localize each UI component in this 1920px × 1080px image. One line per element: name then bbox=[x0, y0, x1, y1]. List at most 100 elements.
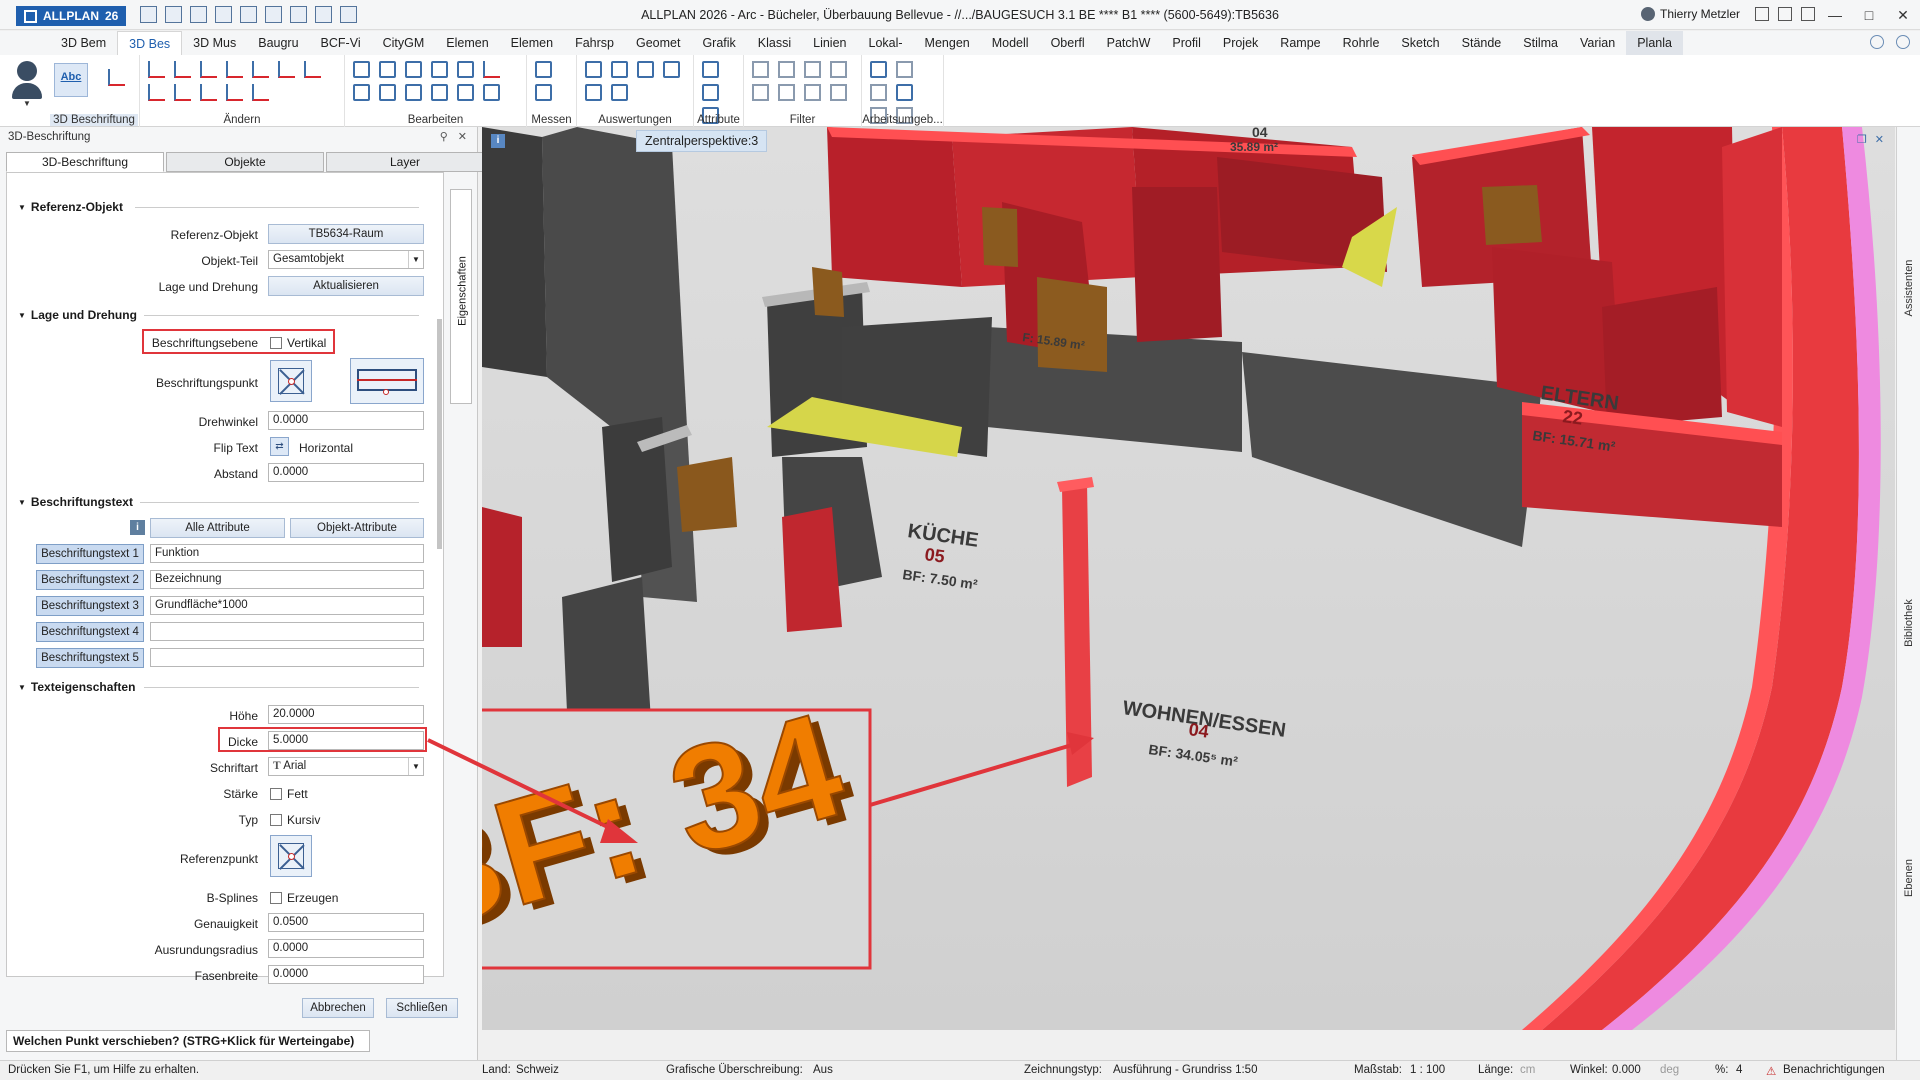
info-icon[interactable]: i bbox=[130, 520, 145, 535]
workspace-icon[interactable] bbox=[896, 61, 913, 78]
attribute-icon[interactable] bbox=[702, 84, 719, 101]
fett-checkbox[interactable] bbox=[270, 788, 282, 800]
edit-tool-icon[interactable] bbox=[379, 61, 396, 78]
ribbon-tab[interactable]: Mengen bbox=[914, 31, 981, 55]
measure-icon[interactable] bbox=[535, 61, 552, 78]
ribbon-tab[interactable]: Lokal- bbox=[858, 31, 914, 55]
user-area[interactable]: Thierry Metzler bbox=[1640, 7, 1740, 21]
edit-tool-icon[interactable] bbox=[457, 61, 474, 78]
status-override[interactable]: Aus bbox=[813, 1064, 833, 1076]
delete-icon[interactable] bbox=[483, 61, 500, 78]
pin-panel-icon[interactable]: ⚲ bbox=[440, 130, 448, 143]
report-icon[interactable] bbox=[611, 84, 628, 101]
cancel-button[interactable]: Abbrechen bbox=[302, 998, 374, 1018]
section-referenz-objekt[interactable]: Referenz-Objekt bbox=[18, 200, 123, 214]
text-alignment-preview-icon[interactable] bbox=[350, 358, 424, 404]
ribbon-tab[interactable]: Planla bbox=[1626, 31, 1683, 55]
filter-icon[interactable] bbox=[778, 84, 795, 101]
measure-icon[interactable] bbox=[535, 84, 552, 101]
edit-tool-icon[interactable] bbox=[379, 84, 396, 101]
report-icon[interactable] bbox=[585, 84, 602, 101]
edit-tool-icon[interactable] bbox=[431, 84, 448, 101]
modify-icon[interactable] bbox=[252, 61, 269, 78]
filter-icon[interactable] bbox=[804, 61, 821, 78]
close-button[interactable]: ✕ bbox=[1886, 0, 1920, 30]
ribbon-tab[interactable]: Elemen bbox=[500, 31, 564, 55]
dicke-input[interactable]: 5.0000 bbox=[268, 731, 424, 750]
ribbon-tab[interactable]: Sketch bbox=[1390, 31, 1450, 55]
report-icon[interactable] bbox=[637, 61, 654, 78]
attribute-icon[interactable] bbox=[702, 61, 719, 78]
filter-icon[interactable] bbox=[804, 84, 821, 101]
close-view-icon[interactable]: ✕ bbox=[1875, 133, 1884, 146]
edit-tool-icon[interactable] bbox=[483, 84, 500, 101]
edit-tool-icon[interactable] bbox=[431, 61, 448, 78]
user-avatar-icon[interactable]: ▼ bbox=[10, 61, 44, 113]
beschriftungstext-button[interactable]: Beschriftungstext 5 bbox=[36, 648, 144, 668]
beschriftungstext-button[interactable]: Beschriftungstext 4 bbox=[36, 622, 144, 642]
erzeugen-checkbox[interactable] bbox=[270, 892, 282, 904]
modify-icon[interactable] bbox=[148, 84, 165, 101]
report-icon[interactable] bbox=[585, 61, 602, 78]
workspace-icon[interactable] bbox=[870, 61, 887, 78]
beschriftungspunkt-icon[interactable] bbox=[270, 360, 312, 402]
tab-ebenen[interactable]: Ebenen bbox=[1897, 827, 1920, 931]
beschriftungstext-button[interactable]: Beschriftungstext 2 bbox=[36, 570, 144, 590]
beschriftungstext-input[interactable] bbox=[150, 648, 424, 667]
tab-3d-beschriftung[interactable]: 3D-Beschriftung bbox=[6, 152, 164, 172]
view-title[interactable]: Zentralperspektive:3 bbox=[636, 130, 768, 152]
settings-icon[interactable] bbox=[1755, 7, 1769, 21]
modify-icon[interactable] bbox=[174, 84, 191, 101]
aktualisieren-button[interactable]: Aktualisieren bbox=[268, 276, 424, 296]
beschriftungstext-input[interactable]: Grundfläche*1000 bbox=[150, 596, 424, 615]
ribbon-tab[interactable]: Geomet bbox=[625, 31, 691, 55]
status-massstab[interactable]: 1 : 100 bbox=[1410, 1064, 1445, 1076]
modify-icon[interactable] bbox=[226, 61, 243, 78]
edit-tool-icon[interactable] bbox=[457, 84, 474, 101]
genauigkeit-input[interactable]: 0.0500 bbox=[268, 913, 424, 932]
3d-viewport[interactable]: KÜCHE 05 BF: 7.50 m² WOHNEN/ESSEN 04 BF:… bbox=[482, 127, 1895, 1030]
beschriftungstext-button[interactable]: Beschriftungstext 3 bbox=[36, 596, 144, 616]
ribbon-tab[interactable]: Oberfl bbox=[1040, 31, 1096, 55]
help-icon[interactable] bbox=[1801, 7, 1815, 21]
workspace-icon[interactable] bbox=[870, 84, 887, 101]
ribbon-tab[interactable]: Stilma bbox=[1512, 31, 1569, 55]
maximize-button[interactable]: □ bbox=[1852, 0, 1886, 30]
minimize-button[interactable]: — bbox=[1818, 0, 1852, 30]
ribbon-tab[interactable]: Stände bbox=[1451, 31, 1513, 55]
beschriftungstext-input[interactable]: Funktion bbox=[150, 544, 424, 563]
cart-icon[interactable] bbox=[1778, 7, 1792, 21]
modify-icon[interactable] bbox=[174, 61, 191, 78]
vertikal-checkbox[interactable] bbox=[270, 337, 282, 349]
flip-icon[interactable]: ⇄ bbox=[270, 437, 289, 456]
settings-gear-icon[interactable] bbox=[1870, 35, 1884, 49]
modify-icon[interactable] bbox=[252, 84, 269, 101]
modify-icon[interactable] bbox=[304, 61, 321, 78]
close-panel-icon[interactable]: ✕ bbox=[458, 130, 467, 143]
ribbon-tab[interactable]: 3D Bes bbox=[117, 31, 183, 55]
kursiv-checkbox[interactable] bbox=[270, 814, 282, 826]
edit-tool-icon[interactable] bbox=[405, 84, 422, 101]
side-tab-eigenschaften[interactable]: Eigenschaften bbox=[450, 189, 472, 404]
edit-tool-icon[interactable] bbox=[353, 84, 370, 101]
alle-attribute-button[interactable]: Alle Attribute bbox=[150, 518, 285, 538]
info-icon[interactable]: i bbox=[491, 134, 505, 148]
edit-tool-icon[interactable] bbox=[405, 61, 422, 78]
hoehe-input[interactable]: 20.0000 bbox=[268, 705, 424, 724]
abstand-input[interactable]: 0.0000 bbox=[268, 463, 424, 482]
ribbon-tab[interactable]: BCF-Vi bbox=[310, 31, 372, 55]
section-beschriftungstext[interactable]: Beschriftungstext bbox=[18, 495, 133, 509]
notification-icon[interactable]: ⚠ bbox=[1766, 1064, 1776, 1078]
ribbon-tab[interactable]: Profil bbox=[1161, 31, 1211, 55]
workspace-icon[interactable] bbox=[896, 84, 913, 101]
status-zeichnungstyp[interactable]: Ausführung - Grundriss 1:50 bbox=[1113, 1064, 1257, 1076]
tab-assistenten[interactable]: Assistenten bbox=[1897, 237, 1920, 341]
section-lage-drehung[interactable]: Lage und Drehung bbox=[18, 308, 137, 322]
modify-icon[interactable] bbox=[200, 61, 217, 78]
panel-scrollbar[interactable] bbox=[434, 189, 446, 989]
ribbon-tab[interactable]: Baugru bbox=[247, 31, 309, 55]
filter-icon[interactable] bbox=[830, 61, 847, 78]
filter-icon[interactable] bbox=[752, 61, 769, 78]
fasenbreite-input[interactable]: 0.0000 bbox=[268, 965, 424, 984]
annotation-edit-icon[interactable] bbox=[108, 69, 125, 86]
